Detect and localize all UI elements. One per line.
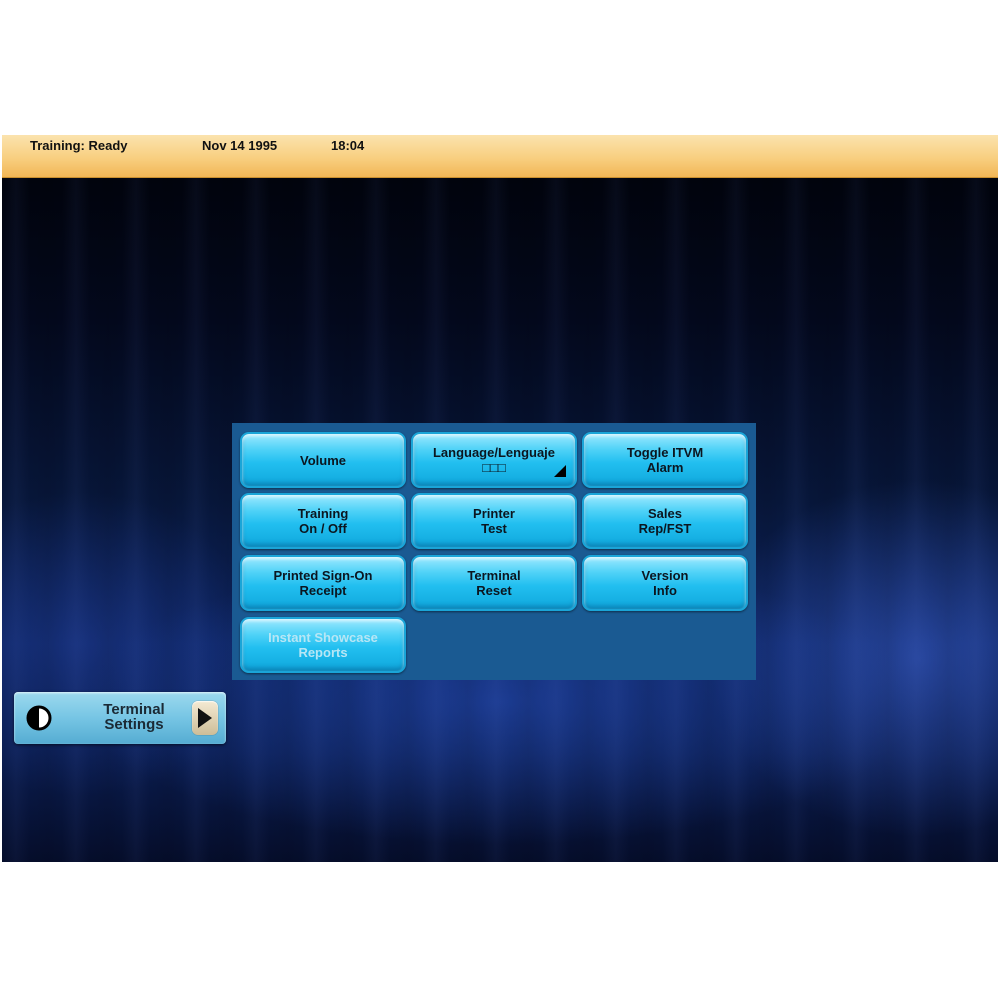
terminal-reset-label-line2: Reset (476, 583, 512, 598)
printed-sign-on-receipt-button[interactable]: Printed Sign-On Receipt (240, 555, 406, 611)
printer-test-button[interactable]: Printer Test (411, 493, 577, 549)
terminal-reset-button[interactable]: Terminal Reset (411, 555, 577, 611)
showcase-reports-label-line2: Reports (298, 645, 348, 660)
toggle-itvm-label-line2: Alarm (646, 460, 684, 475)
play-arrow-icon (198, 708, 212, 728)
version-info-label-line2: Info (653, 583, 677, 598)
instant-showcase-reports-button[interactable]: Instant Showcase Reports (240, 617, 406, 673)
language-button-sublabel: □□□ (482, 460, 506, 475)
printer-test-label-line2: Test (481, 521, 507, 536)
terminal-reset-label-line1: Terminal (467, 568, 521, 583)
terminal-settings-menu: Volume Language/Lenguaje □□□ Toggle ITVM… (232, 423, 756, 680)
toggle-itvm-alarm-button[interactable]: Toggle ITVM Alarm (582, 432, 748, 488)
status-date: Nov 14 1995 (202, 138, 278, 153)
sales-rep-label-line2: Rep/FST (638, 521, 692, 536)
volume-button-label: Volume (300, 452, 346, 468)
terminal-screen: Training: Ready Nov 14 1995 18:04 Volume… (2, 135, 998, 862)
sales-rep-label-line1: Sales (648, 506, 682, 521)
toggle-itvm-label-line1: Toggle ITVM (626, 445, 704, 460)
terminal-settings-label-line1: Terminal (103, 701, 165, 718)
submenu-indicator-icon (554, 465, 566, 477)
language-button[interactable]: Language/Lenguaje □□□ (411, 432, 577, 488)
language-button-label: Language/Lenguaje (432, 445, 556, 460)
status-bar: Training: Ready Nov 14 1995 18:04 (2, 135, 998, 178)
expand-arrow-button[interactable] (192, 701, 218, 735)
version-info-button[interactable]: Version Info (582, 555, 748, 611)
terminal-settings-label: Terminal Settings (74, 702, 194, 732)
training-label-line2: On / Off (299, 521, 347, 536)
training-toggle-button[interactable]: Training On / Off (240, 493, 406, 549)
training-status: Training: Ready (30, 138, 128, 153)
showcase-reports-label-line1: Instant Showcase (268, 630, 378, 645)
status-time: 18:04 (331, 138, 365, 153)
sales-rep-fst-button[interactable]: Sales Rep/FST (582, 493, 748, 549)
contrast-icon (26, 705, 52, 731)
volume-button[interactable]: Volume (240, 432, 406, 488)
printer-test-label-line1: Printer (473, 506, 515, 521)
sign-on-receipt-label-line1: Printed Sign-On (273, 568, 373, 583)
training-label-line1: Training (297, 506, 349, 521)
sign-on-receipt-label-line2: Receipt (299, 583, 347, 598)
terminal-settings-button[interactable]: Terminal Settings (14, 692, 226, 744)
terminal-settings-label-line2: Settings (104, 716, 164, 733)
version-info-label-line1: Version (641, 568, 689, 583)
